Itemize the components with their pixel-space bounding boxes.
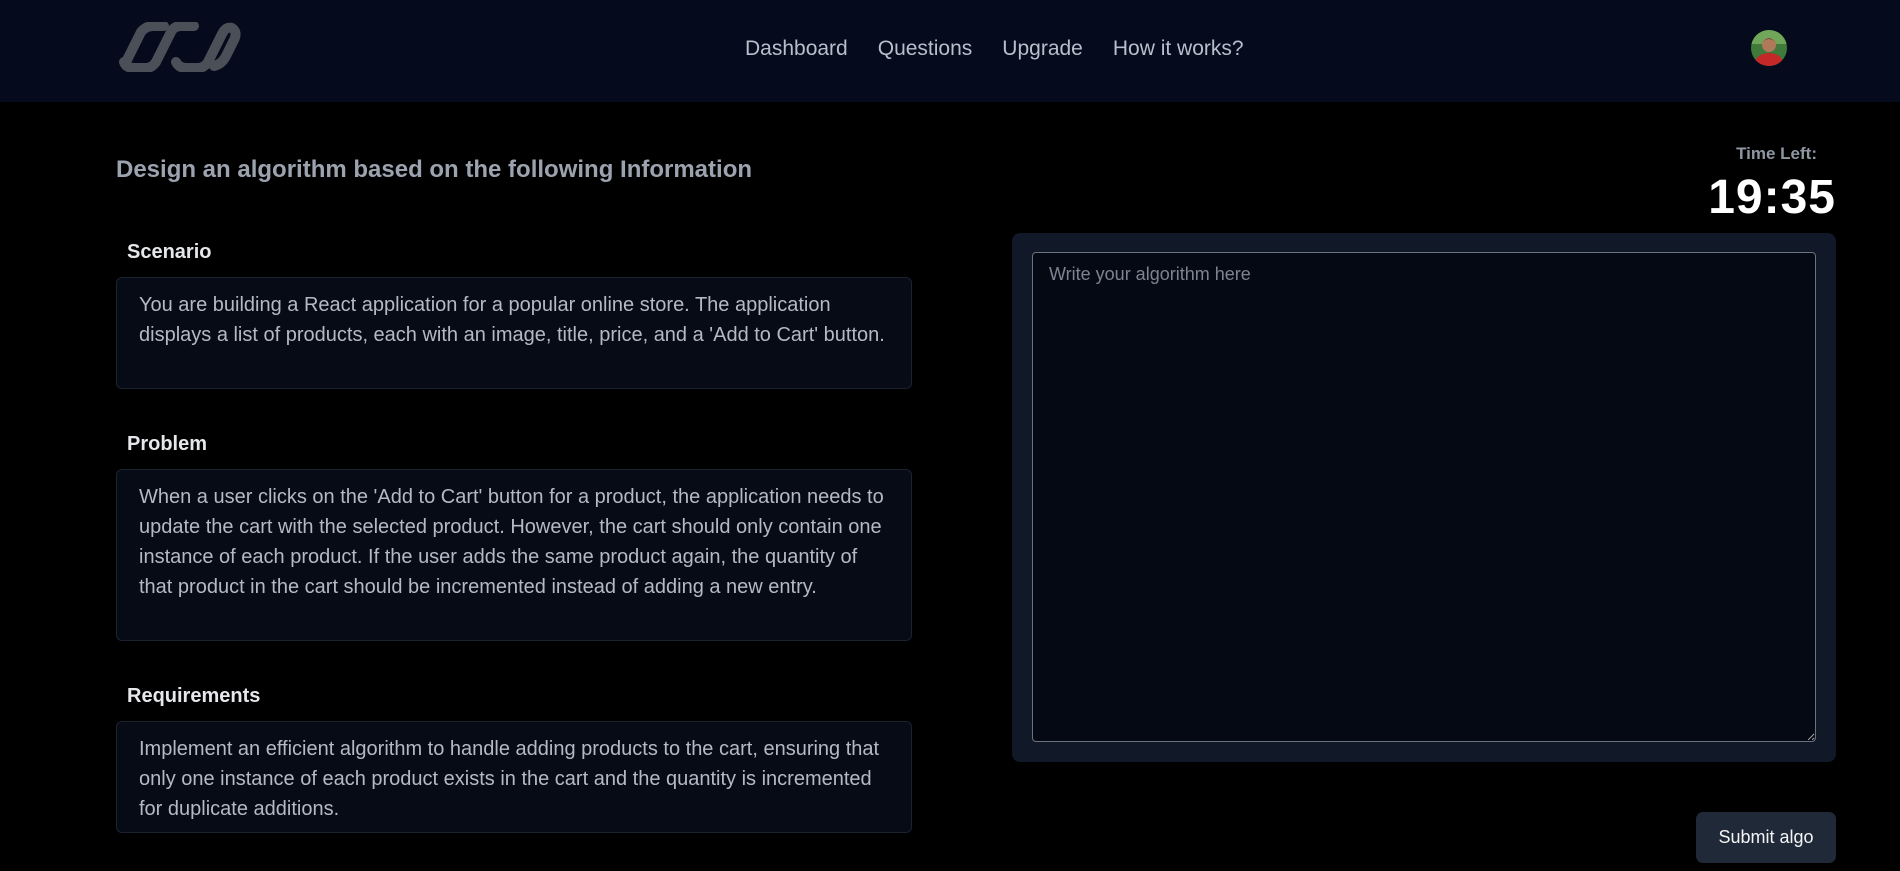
problem-label: Problem	[127, 433, 208, 455]
time-left-label: Time Left:	[1736, 144, 1817, 163]
algorithm-input[interactable]	[1032, 252, 1816, 742]
nav-link-how-it-works[interactable]: How it works?	[1113, 36, 1244, 62]
problem-card: When a user clicks on the 'Add to Cart' …	[116, 469, 912, 641]
algorithm-editor-panel	[1012, 233, 1836, 762]
scenario-label: Scenario	[127, 241, 212, 263]
nav-link-upgrade[interactable]: Upgrade	[1002, 36, 1083, 62]
user-avatar-icon[interactable]	[1751, 30, 1787, 66]
top-navbar: Dashboard Questions Upgrade How it works…	[0, 0, 1900, 102]
requirements-label: Requirements	[127, 685, 261, 707]
nav-link-dashboard[interactable]: Dashboard	[745, 36, 848, 62]
countdown-timer: 19:35	[1708, 171, 1836, 224]
nav-link-questions[interactable]: Questions	[878, 36, 973, 62]
infinity-link-logo-icon[interactable]	[116, 22, 242, 72]
requirements-card: Implement an efficient algorithm to hand…	[116, 721, 912, 833]
page-title: Design an algorithm based on the followi…	[116, 156, 753, 183]
scenario-card: You are building a React application for…	[116, 277, 912, 389]
main-nav: Dashboard Questions Upgrade How it works…	[745, 36, 1244, 62]
submit-algo-button[interactable]: Submit algo	[1696, 812, 1836, 863]
